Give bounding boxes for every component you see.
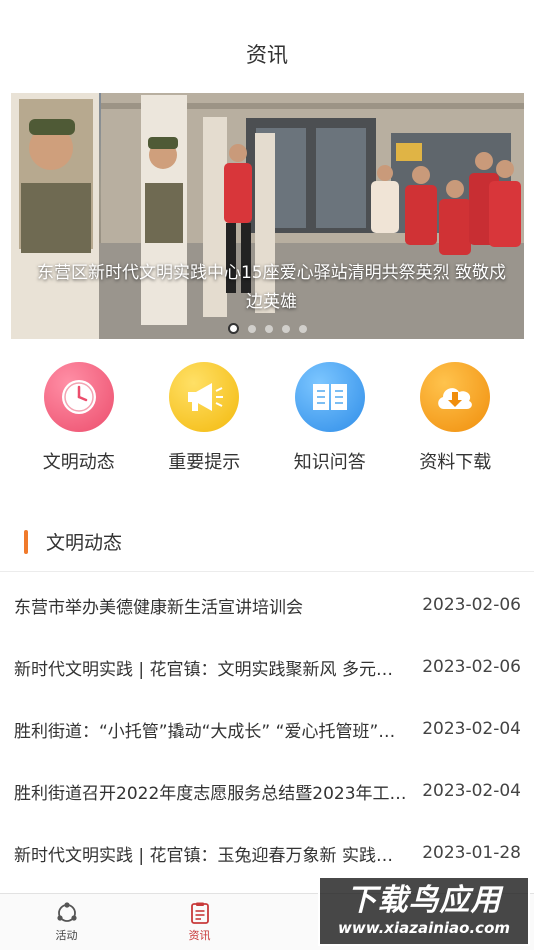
banner-caption[interactable]: 东营区新时代文明实践中心15座爱心驿站清明共祭英烈 致敬戍边英雄 bbox=[29, 259, 514, 317]
clock-icon bbox=[43, 362, 114, 432]
news-item[interactable]: 新时代文明实践 | 花官镇：文明实践聚新风 多元活动迎新春 2023-02-06 bbox=[0, 636, 534, 698]
header: 资讯 bbox=[0, 0, 534, 92]
quick-link-knowledge-qa[interactable]: 知识问答 bbox=[275, 362, 385, 482]
carousel-indicators bbox=[11, 323, 524, 334]
section-accent-bar bbox=[24, 529, 28, 554]
document-icon bbox=[190, 902, 209, 924]
cloud-download-icon bbox=[420, 362, 491, 432]
quick-link-label: 资料下载 bbox=[419, 452, 492, 473]
quick-link-label: 文明动态 bbox=[42, 452, 115, 473]
carousel-dot[interactable] bbox=[299, 324, 307, 333]
carousel-dot[interactable] bbox=[282, 324, 290, 333]
book-icon bbox=[294, 362, 365, 432]
news-list: 东营市举办美德健康新生活宣讲培训会 2023-02-06 新时代文明实践 | 花… bbox=[0, 574, 534, 884]
tab-label: 活动 bbox=[55, 928, 78, 942]
news-item[interactable]: 新时代文明实践 | 花官镇：玉兔迎春万象新 实践活动暖人心 2023-01-28 bbox=[0, 822, 534, 884]
tab-label: 资讯 bbox=[188, 928, 211, 942]
news-title: 胜利街道：“小托管”撬动“大成长” “爱心托管班”开班 bbox=[14, 721, 409, 742]
carousel-dot[interactable] bbox=[265, 324, 273, 333]
watermark-logo: 下载鸟应用 www.xiazainiao.com bbox=[318, 876, 530, 946]
tab-news[interactable]: 资讯 bbox=[133, 894, 266, 950]
quick-link-important-notice[interactable]: 重要提示 bbox=[149, 362, 259, 482]
news-title: 胜利街道召开2022年度志愿服务总结暨2023年工作部署会 bbox=[14, 783, 409, 804]
section-title: 文明动态 bbox=[46, 532, 123, 554]
news-date: 2023-02-04 bbox=[422, 719, 521, 739]
news-item[interactable]: 胜利街道：“小托管”撬动“大成长” “爱心托管班”开班 2023-02-04 bbox=[0, 698, 534, 760]
news-date: 2023-02-04 bbox=[422, 781, 521, 801]
news-title: 新时代文明实践 | 花官镇：文明实践聚新风 多元活动迎新春 bbox=[14, 659, 409, 680]
activity-icon bbox=[56, 901, 77, 922]
watermark-url: www.xiazainiao.com bbox=[337, 919, 511, 937]
carousel-dot[interactable] bbox=[248, 324, 256, 333]
news-item[interactable]: 胜利街道召开2022年度志愿服务总结暨2023年工作部署会 2023-02-04 bbox=[0, 760, 534, 822]
quick-link-label: 知识问答 bbox=[293, 452, 366, 473]
news-title: 东营市举办美德健康新生活宣讲培训会 bbox=[14, 597, 303, 618]
news-date: 2023-02-06 bbox=[422, 595, 521, 615]
quick-links: 文明动态 重要提示 知识问答 资料下载 bbox=[0, 362, 534, 482]
section-header: 文明动态 bbox=[0, 512, 534, 572]
quick-link-label: 重要提示 bbox=[168, 452, 241, 473]
news-title: 新时代文明实践 | 花官镇：玉兔迎春万象新 实践活动暖人心 bbox=[14, 845, 409, 866]
quick-link-civilization-news[interactable]: 文明动态 bbox=[24, 362, 134, 482]
carousel-dot-active[interactable] bbox=[228, 323, 239, 334]
quick-link-data-download[interactable]: 资料下载 bbox=[400, 362, 510, 482]
page-title: 资讯 bbox=[246, 43, 288, 67]
news-date: 2023-01-28 bbox=[422, 843, 521, 863]
watermark-title: 下载鸟应用 bbox=[346, 883, 502, 918]
megaphone-icon bbox=[169, 362, 240, 432]
news-date: 2023-02-06 bbox=[422, 657, 521, 677]
tab-activity[interactable]: 活动 bbox=[0, 894, 133, 950]
news-item[interactable]: 东营市举办美德健康新生活宣讲培训会 2023-02-06 bbox=[0, 574, 534, 636]
banner-carousel[interactable]: 东营区新时代文明实践中心15座爱心驿站清明共祭英烈 致敬戍边英雄 bbox=[11, 93, 524, 339]
